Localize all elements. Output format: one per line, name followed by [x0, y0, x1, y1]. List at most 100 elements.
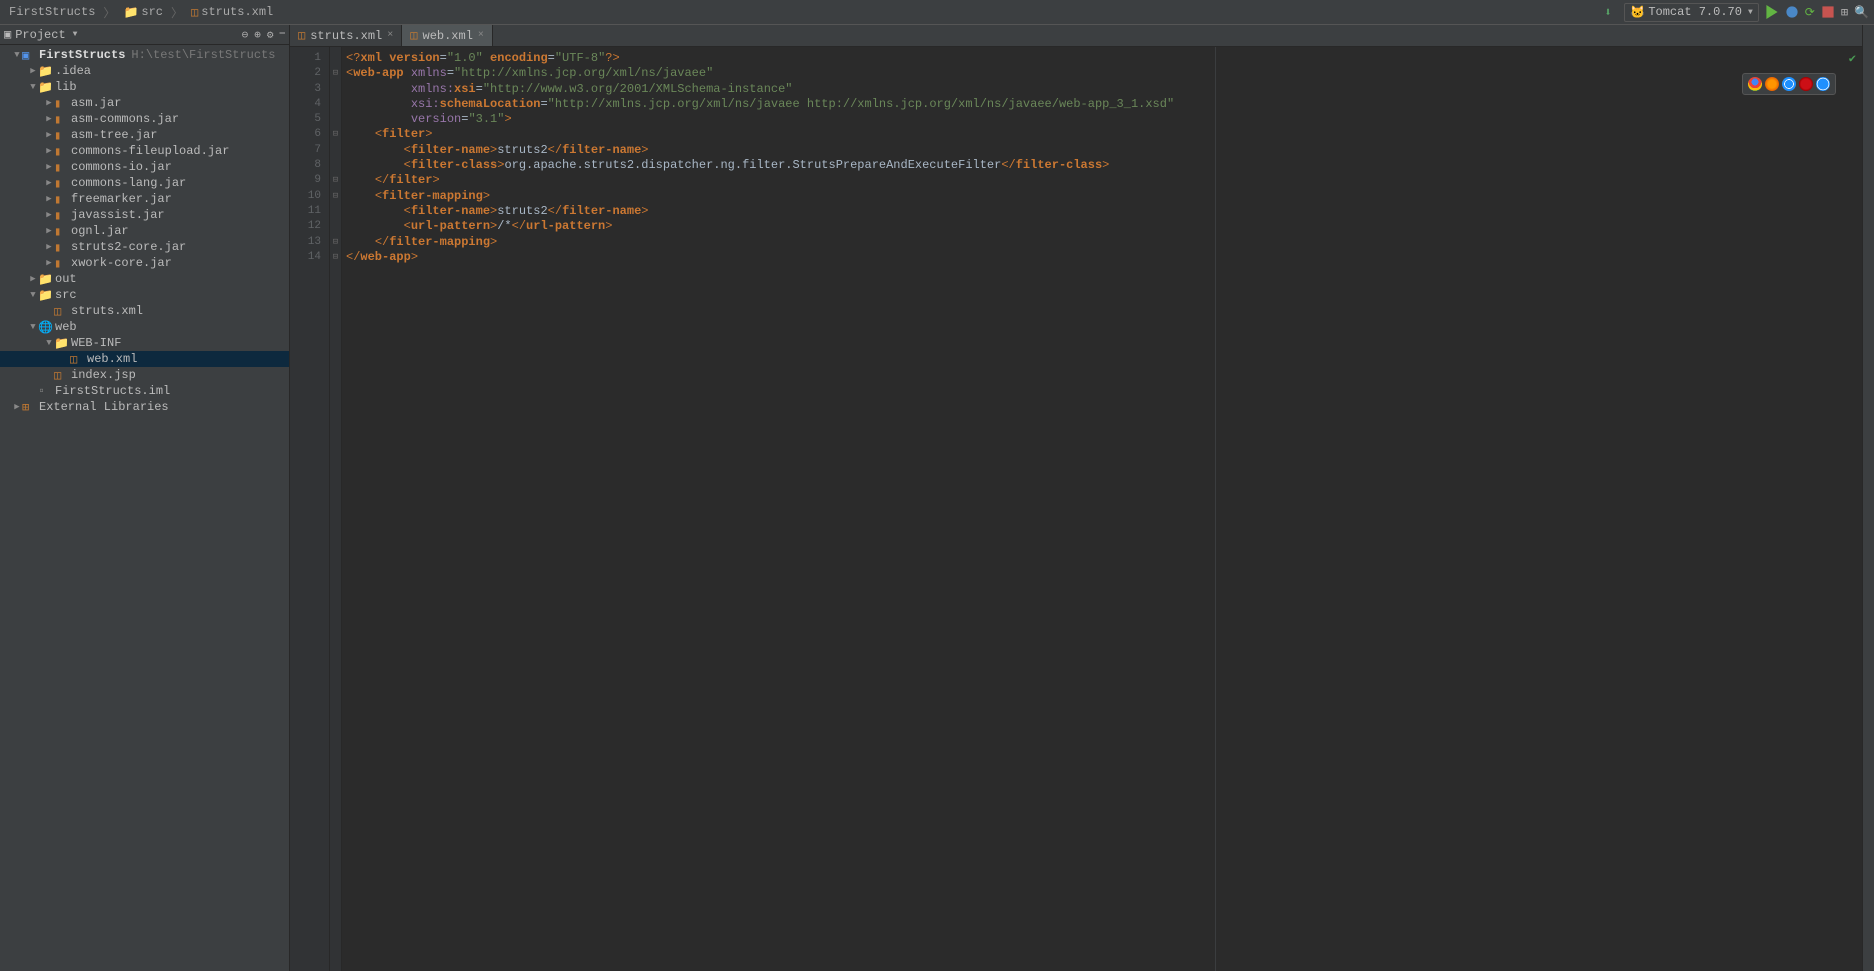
tree-row[interactable]: ▶▮freemarker.jar: [0, 191, 289, 207]
expand-arrow-icon[interactable]: ▶: [44, 258, 54, 268]
expand-arrow-icon[interactable]: ▶: [44, 210, 54, 220]
breadcrumb-item[interactable]: ◫struts.xml: [187, 4, 277, 21]
firefox-icon[interactable]: [1765, 77, 1779, 91]
run-button[interactable]: [1765, 5, 1779, 19]
tree-row[interactable]: ▶▮commons-fileupload.jar: [0, 143, 289, 159]
tree-label: commons-io.jar: [71, 160, 172, 174]
stop-button[interactable]: [1821, 5, 1835, 19]
target-icon[interactable]: ⊕: [254, 28, 261, 42]
browser-preview-icons: [1742, 73, 1836, 95]
code-content[interactable]: <?xml version="1.0" encoding="UTF-8"?><w…: [342, 47, 1862, 971]
tree-row[interactable]: ◫index.jsp: [0, 367, 289, 383]
file-type-icon: ▮: [54, 96, 68, 111]
run-configuration-selector[interactable]: 🐱 Tomcat 7.0.70 ▼: [1624, 3, 1758, 22]
tree-label: WEB-INF: [71, 336, 121, 350]
breadcrumb-item[interactable]: 📁src: [119, 4, 167, 21]
tree-row[interactable]: ▶▮asm.jar: [0, 95, 289, 111]
settings-icon[interactable]: ⚙: [267, 28, 274, 42]
tree-row[interactable]: ▼🌐web: [0, 319, 289, 335]
tree-row[interactable]: ▶▮commons-io.jar: [0, 159, 289, 175]
tree-label: freemarker.jar: [71, 192, 172, 206]
collapse-all-icon[interactable]: ⊖: [242, 28, 249, 42]
top-bar: FirstStructs〉📁src〉◫struts.xml ⬇ 🐱 Tomcat…: [0, 0, 1874, 25]
fold-gutter[interactable]: ⊟⊟⊟⊟⊟⊟: [330, 47, 342, 971]
tree-row[interactable]: ▼▣FirstStructsH:\test\FirstStructs: [0, 47, 289, 63]
tree-row[interactable]: ▶▮javassist.jar: [0, 207, 289, 223]
tree-path: H:\test\FirstStructs: [131, 48, 275, 62]
layout-button[interactable]: ⊞: [1841, 5, 1848, 20]
expand-arrow-icon[interactable]: ▼: [44, 338, 54, 348]
file-type-icon: ▮: [54, 256, 68, 271]
expand-arrow-icon[interactable]: ▼: [28, 82, 38, 92]
project-view-icon: ▣: [4, 27, 11, 42]
editor-tab[interactable]: ◫struts.xml×: [290, 25, 402, 46]
expand-arrow-icon[interactable]: ▶: [44, 242, 54, 252]
expand-arrow-icon[interactable]: ▼: [28, 290, 38, 300]
hide-icon[interactable]: ⎯: [280, 28, 286, 42]
expand-arrow-icon[interactable]: ▶: [44, 194, 54, 204]
tree-row[interactable]: ▶▮asm-tree.jar: [0, 127, 289, 143]
expand-arrow-icon[interactable]: ▶: [44, 178, 54, 188]
editor-body[interactable]: 1234567891011121314 ⊟⊟⊟⊟⊟⊟ <?xml version…: [290, 47, 1862, 971]
file-type-icon: ◫: [54, 304, 68, 319]
tomcat-icon: 🐱: [1630, 5, 1645, 20]
sidebar-title: Project: [15, 28, 65, 42]
expand-arrow-icon[interactable]: ▶: [28, 274, 38, 284]
build-icon[interactable]: ⬇: [1604, 5, 1618, 19]
tree-label: out: [55, 272, 77, 286]
tree-row[interactable]: ▶▮xwork-core.jar: [0, 255, 289, 271]
debug-button[interactable]: [1785, 5, 1799, 19]
safari-icon[interactable]: [1782, 77, 1796, 91]
expand-arrow-icon[interactable]: ▼: [28, 322, 38, 332]
editor-tabs: ◫struts.xml×◫web.xml×: [290, 25, 1862, 47]
tree-row[interactable]: ▶▮commons-lang.jar: [0, 175, 289, 191]
tree-label: commons-fileupload.jar: [71, 144, 229, 158]
file-type-icon: ▮: [54, 160, 68, 175]
search-button[interactable]: 🔍: [1854, 5, 1869, 20]
tree-row[interactable]: ▼📁WEB-INF: [0, 335, 289, 351]
opera-icon[interactable]: [1799, 77, 1813, 91]
tree-row[interactable]: ▶📁out: [0, 271, 289, 287]
project-sidebar: ▣ Project ▼ ⊖ ⊕ ⚙ ⎯ ▼▣FirstStructsH:\tes…: [0, 25, 290, 971]
expand-arrow-icon[interactable]: ▶: [12, 402, 22, 412]
tab-label: web.xml: [423, 29, 473, 43]
expand-arrow-icon[interactable]: ▶: [28, 66, 38, 76]
rerun-button[interactable]: ⟳: [1805, 5, 1815, 20]
expand-arrow-icon[interactable]: ▶: [44, 146, 54, 156]
tree-row[interactable]: ▶▮asm-commons.jar: [0, 111, 289, 127]
tree-label: asm.jar: [71, 96, 121, 110]
expand-arrow-icon[interactable]: ▶: [44, 114, 54, 124]
tree-row[interactable]: ▼📁lib: [0, 79, 289, 95]
close-icon[interactable]: ×: [387, 30, 393, 41]
expand-arrow-icon[interactable]: ▼: [12, 50, 22, 60]
validation-ok-icon[interactable]: ✔: [1849, 51, 1856, 66]
tree-row[interactable]: ▶📁.idea: [0, 63, 289, 79]
file-type-icon: ▮: [54, 208, 68, 223]
expand-arrow-icon[interactable]: ▶: [44, 226, 54, 236]
file-type-icon: ▮: [54, 192, 68, 207]
expand-arrow-icon[interactable]: ▶: [44, 98, 54, 108]
breadcrumb-item[interactable]: FirstStructs: [5, 4, 99, 20]
tree-row[interactable]: ▶⊞External Libraries: [0, 399, 289, 415]
close-icon[interactable]: ×: [478, 30, 484, 41]
sidebar-header: ▣ Project ▼ ⊖ ⊕ ⚙ ⎯: [0, 25, 289, 45]
file-type-icon: 📁: [38, 288, 52, 303]
sidebar-toolbar: ⊖ ⊕ ⚙ ⎯: [242, 28, 285, 42]
ie-icon[interactable]: [1816, 77, 1830, 91]
tree-label: src: [55, 288, 77, 302]
expand-arrow-icon[interactable]: ▶: [44, 162, 54, 172]
editor-margin-line: [1215, 47, 1216, 971]
tree-row[interactable]: ▶▮ognl.jar: [0, 223, 289, 239]
tree-label: struts2-core.jar: [71, 240, 186, 254]
tree-row[interactable]: ◫struts.xml: [0, 303, 289, 319]
sidebar-title-group[interactable]: ▣ Project ▼: [4, 27, 77, 42]
expand-arrow-icon[interactable]: ▶: [44, 130, 54, 140]
tree-row[interactable]: ▶▮struts2-core.jar: [0, 239, 289, 255]
project-tree[interactable]: ▼▣FirstStructsH:\test\FirstStructs▶📁.ide…: [0, 45, 289, 971]
tree-row[interactable]: ▼📁src: [0, 287, 289, 303]
chrome-icon[interactable]: [1748, 77, 1762, 91]
tree-row[interactable]: ▫FirstStructs.iml: [0, 383, 289, 399]
editor-tab[interactable]: ◫web.xml×: [402, 25, 493, 46]
tree-row[interactable]: ◫web.xml: [0, 351, 289, 367]
line-number-gutter[interactable]: 1234567891011121314: [290, 47, 330, 971]
